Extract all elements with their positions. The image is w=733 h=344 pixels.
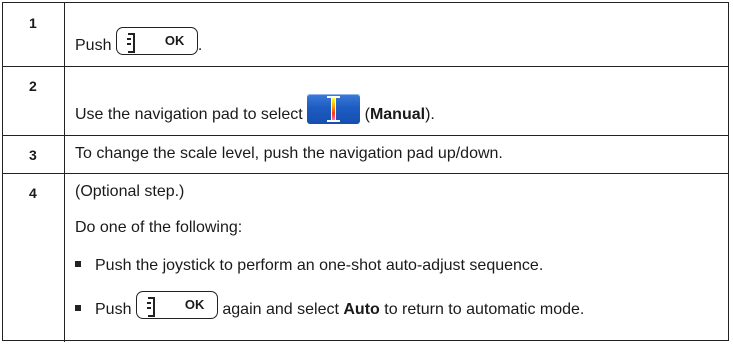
ok-label: OK [164, 33, 185, 48]
ok-button-icon: OK [135, 291, 218, 319]
step-number: 4 [29, 185, 37, 201]
step-intro: Do one of the following: [75, 219, 243, 236]
step-number: 3 [29, 147, 37, 163]
step-text: Push [75, 37, 112, 54]
optional-note: (Optional step.) [75, 183, 185, 200]
step-text-line: Use the navigation pad to select (Manual… [75, 94, 435, 124]
step-row-3: 3 To change the scale level, push the na… [3, 135, 728, 174]
step-number: 1 [29, 15, 37, 31]
manual-scale-icon [307, 94, 361, 124]
step-number-cell: 2 [3, 66, 65, 135]
step-content: To change the scale level, push the navi… [65, 135, 728, 173]
step-text: Use the navigation pad to select [75, 106, 303, 123]
manual-label: Manual [369, 106, 426, 123]
bullet-text: Push the joystick to perform an one-shot… [95, 257, 544, 274]
step-text: To change the scale level, push the navi… [75, 145, 503, 162]
bullet-item: Push OK again and select Auto to return … [75, 291, 584, 319]
step-text-line: Push OK . [75, 27, 202, 55]
step-number-cell: 3 [3, 135, 65, 173]
steps-table: 1 Push OK . 2 Use the navigation pad to … [2, 2, 729, 342]
step-row-1: 1 Push OK . [3, 3, 728, 67]
ok-label: OK [184, 297, 205, 312]
step-content: Use the navigation pad to select (Manual… [65, 66, 728, 135]
bullet-icon [75, 304, 81, 311]
bullet-item: Push the joystick to perform an one-shot… [75, 257, 543, 275]
step-row-4: 4 (Optional step.) Do one of the followi… [3, 173, 728, 342]
step-number: 2 [29, 78, 37, 94]
step-row-2: 2 Use the navigation pad to select (Manu… [3, 66, 728, 136]
bullet-text: Push [95, 301, 132, 318]
step-text-end: . [197, 37, 203, 54]
bullet-icon [75, 260, 81, 267]
step-content: (Optional step.) Do one of the following… [65, 173, 728, 342]
auto-label: Auto [343, 301, 380, 318]
step-number-cell: 4 [3, 173, 65, 342]
step-number-cell: 1 [3, 3, 65, 66]
ok-button-icon: OK [115, 27, 198, 55]
step-content: Push OK . [65, 3, 728, 66]
